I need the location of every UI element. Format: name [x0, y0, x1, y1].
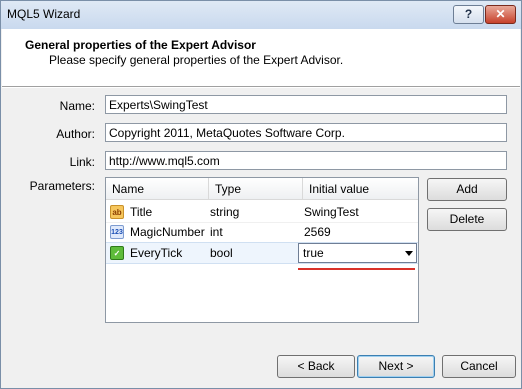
param-type: bool: [210, 246, 233, 260]
param-type: string: [210, 205, 240, 219]
bool-icon: ✓: [110, 246, 124, 260]
param-type: int: [210, 225, 223, 239]
next-button[interactable]: Next >: [357, 355, 435, 378]
wizard-window: MQL5 Wizard ? ✕ General properties of th…: [0, 0, 522, 389]
string-icon: ab: [110, 205, 124, 219]
dropdown-arrow-icon[interactable]: [405, 251, 413, 256]
param-value[interactable]: 2569: [300, 222, 331, 242]
highlight-underline: [298, 268, 415, 270]
param-value[interactable]: SwingTest: [300, 202, 359, 222]
dropdown-selected-value: true: [303, 246, 324, 260]
window-title: MQL5 Wizard: [7, 7, 81, 21]
parameters-label: Parameters:: [29, 179, 95, 193]
close-button[interactable]: ✕: [485, 5, 516, 24]
param-name: Title: [130, 205, 153, 219]
table-row[interactable]: ab Title string SwingTest: [106, 202, 418, 223]
name-label: Name:: [59, 99, 95, 113]
wizard-header: General properties of the Expert Advisor…: [2, 29, 520, 86]
column-header-initial-value[interactable]: Initial value: [303, 178, 418, 200]
title-bar[interactable]: MQL5 Wizard ? ✕: [1, 1, 521, 29]
link-label: Link:: [69, 155, 95, 169]
param-name: EveryTick: [130, 246, 183, 260]
help-button[interactable]: ?: [453, 5, 484, 24]
add-button[interactable]: Add: [427, 178, 507, 201]
param-name: MagicNumber: [130, 225, 205, 239]
table-row[interactable]: 123 MagicNumber int 2569: [106, 222, 418, 243]
initial-value-dropdown[interactable]: true: [298, 243, 417, 263]
header-subtitle: Please specify general properties of the…: [49, 53, 344, 67]
name-field[interactable]: Experts\SwingTest: [105, 95, 507, 114]
cancel-button[interactable]: Cancel: [442, 355, 516, 378]
link-field[interactable]: http://www.mql5.com: [105, 151, 507, 170]
author-label: Author:: [56, 127, 95, 141]
back-button[interactable]: < Back: [277, 355, 355, 378]
header-divider-highlight: [2, 87, 520, 88]
delete-button[interactable]: Delete: [427, 208, 507, 231]
int-icon: 123: [110, 225, 124, 239]
column-header-name[interactable]: Name: [106, 178, 209, 200]
header-title: General properties of the Expert Advisor: [25, 38, 256, 52]
column-header-type[interactable]: Type: [209, 178, 303, 200]
author-field[interactable]: Copyright 2011, MetaQuotes Software Corp…: [105, 123, 507, 142]
